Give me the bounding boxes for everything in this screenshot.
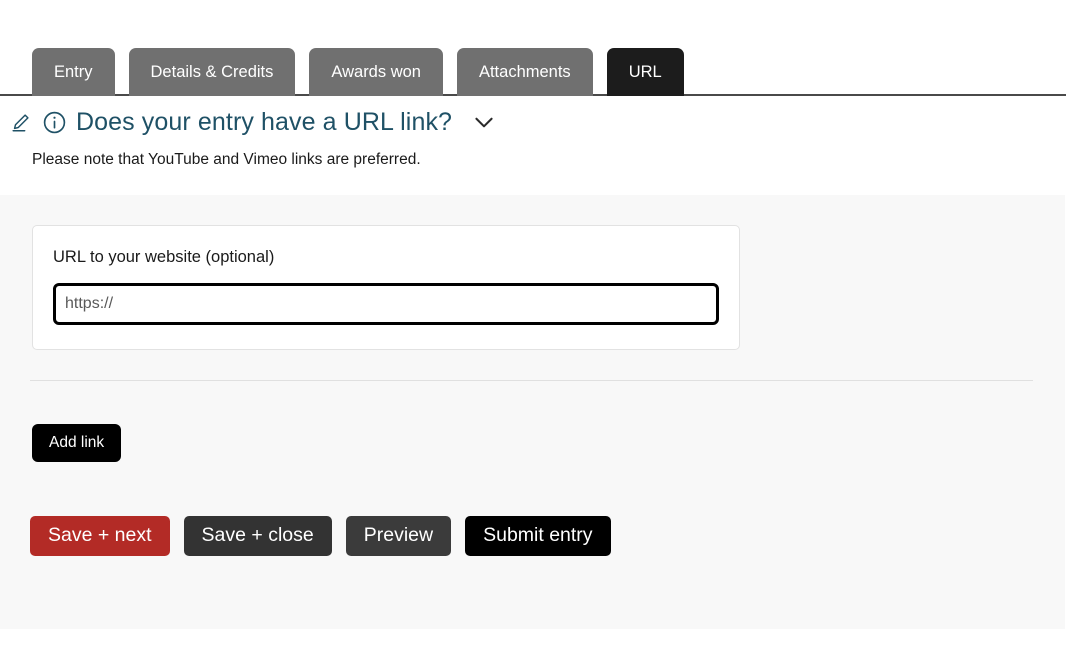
tab-label: Entry xyxy=(54,62,93,81)
url-input[interactable] xyxy=(53,282,719,325)
question-note: Please note that YouTube and Vimeo links… xyxy=(32,150,421,168)
question-header[interactable]: Does your entry have a URL link? xyxy=(0,108,1066,137)
tab-label: Details & Credits xyxy=(150,62,274,81)
save-close-button[interactable]: Save + close xyxy=(183,515,332,556)
save-next-button[interactable]: Save + next xyxy=(30,515,170,556)
add-link-button[interactable]: Add link xyxy=(32,423,122,462)
tab-attachments[interactable]: Attachments xyxy=(456,48,593,96)
tab-label: Attachments xyxy=(478,62,571,81)
url-field-label: URL to your website (optional) xyxy=(53,247,275,266)
tab-details-credits[interactable]: Details & Credits xyxy=(128,48,296,96)
tab-label: Awards won xyxy=(331,62,421,81)
add-link-row: Add link xyxy=(32,423,1065,462)
question-title: Does your entry have a URL link? xyxy=(76,108,453,136)
tab-bar: Entry Details & Credits Awards won Attac… xyxy=(0,0,1066,96)
info-circle-icon[interactable] xyxy=(41,109,67,135)
section-divider xyxy=(30,379,1033,381)
question-section: Does your entry have a URL link? Please … xyxy=(0,96,1066,195)
form-panel: URL to your website (optional) Add link … xyxy=(0,194,1065,629)
tab-entry[interactable]: Entry xyxy=(32,48,115,96)
action-buttons: Save + next Save + close Preview Submit … xyxy=(30,515,1065,556)
url-card: URL to your website (optional) xyxy=(32,224,740,350)
tab-label: URL xyxy=(628,62,662,81)
submit-entry-button[interactable]: Submit entry xyxy=(465,515,611,556)
tab-url[interactable]: URL xyxy=(606,48,684,96)
tab-awards-won[interactable]: Awards won xyxy=(309,48,443,96)
chevron-down-icon[interactable] xyxy=(469,109,499,135)
pencil-icon[interactable] xyxy=(10,109,32,135)
preview-button[interactable]: Preview xyxy=(345,515,452,556)
